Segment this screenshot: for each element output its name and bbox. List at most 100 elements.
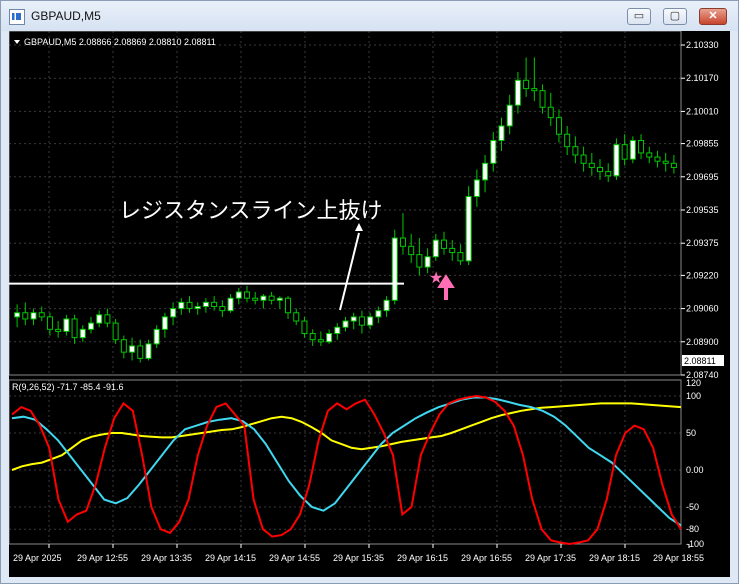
indicator-label: 100	[686, 391, 701, 401]
candle-body	[129, 345, 136, 353]
candle-body	[260, 295, 267, 301]
candle-body	[342, 320, 349, 328]
candle-body	[580, 154, 587, 164]
candle-body	[514, 79, 521, 106]
time-axis-labels: 29 Apr 2025 29 Apr 12:55 29 Apr 13:35 29 Ap…	[13, 544, 704, 563]
candle-body	[120, 339, 127, 353]
price-label: 2.09535	[686, 205, 719, 215]
indicator-axis-labels: 120100500.00-50-80-100	[686, 378, 704, 549]
candle-body	[375, 310, 382, 318]
time-label: 29 Apr 13:35	[141, 553, 192, 563]
candle-body	[38, 312, 45, 318]
candle-body	[432, 239, 439, 258]
candle-body	[317, 339, 324, 343]
candle-body	[539, 90, 546, 108]
candle-body	[227, 297, 234, 312]
candle-body	[112, 322, 119, 341]
candle-body	[662, 160, 669, 164]
price-label: 2.09695	[686, 172, 719, 182]
candle-body	[71, 318, 78, 339]
candle-body	[161, 316, 168, 330]
candle-body	[194, 306, 201, 310]
candle-body	[629, 139, 636, 160]
time-label: 29 Apr 12:55	[77, 553, 128, 563]
price-label: 2.10170	[686, 73, 719, 83]
candle-body	[30, 312, 37, 320]
time-label: 29 Apr 2025	[13, 553, 62, 563]
price-label: 2.09060	[686, 304, 719, 314]
candle-body	[399, 237, 406, 247]
indicator-header: R(9,26,52) -71.7 -85.4 -91.6	[12, 382, 124, 392]
candle-body	[457, 252, 464, 262]
candle-body	[531, 88, 538, 92]
time-label: 29 Apr 14:55	[269, 553, 320, 563]
candle-body	[588, 162, 595, 168]
candle-body	[506, 104, 513, 127]
candle-body	[202, 301, 209, 308]
time-label: 29 Apr 16:15	[397, 553, 448, 563]
candle-body	[22, 312, 29, 320]
chart-area[interactable]: 2.10330 2.10170 2.10010 2.09855 2.09695 2.095…	[8, 30, 730, 577]
chart-window-icon	[9, 9, 25, 25]
minimize-button[interactable]: ▭	[627, 8, 651, 25]
candle-body	[46, 316, 53, 330]
candle-body	[96, 314, 103, 324]
time-label: 29 Apr 15:35	[333, 553, 384, 563]
maximize-button[interactable]: ▢	[663, 8, 687, 25]
candle-body	[416, 254, 423, 268]
candle-body	[572, 146, 579, 156]
candle-body	[309, 332, 316, 341]
candle-body	[326, 332, 333, 343]
candle-body	[170, 308, 177, 318]
candle-body	[334, 326, 341, 334]
price-axis-labels: 2.10330 2.10170 2.10010 2.09855 2.09695 2.095…	[681, 40, 719, 380]
candle-body	[186, 301, 193, 310]
chart-canvas[interactable]: 2.10330 2.10170 2.10010 2.09855 2.09695 2.095…	[8, 30, 730, 577]
price-label: 2.08900	[686, 337, 719, 347]
candle-body	[137, 345, 144, 359]
candle-body	[285, 297, 292, 314]
candle-body	[621, 144, 628, 160]
candle-body	[63, 318, 70, 332]
candle-body	[449, 247, 456, 254]
annotation-arrow-line	[339, 232, 360, 311]
candle-body	[391, 237, 398, 301]
candle-body	[358, 316, 365, 326]
price-label: 2.10010	[686, 106, 719, 116]
candle-body	[465, 196, 472, 262]
candle-body	[646, 152, 653, 158]
price-label: 2.09220	[686, 270, 719, 280]
candle-body	[14, 312, 21, 318]
candle-body	[597, 166, 604, 173]
candle-body	[670, 162, 677, 168]
candle-body	[252, 297, 259, 301]
candle-body	[441, 239, 448, 249]
candle-body	[219, 306, 226, 312]
candle-body	[654, 156, 661, 162]
candle-body	[482, 162, 489, 181]
candle-body	[350, 316, 357, 322]
indicator-label: -50	[686, 502, 699, 512]
candle-body	[153, 328, 160, 345]
title-bar[interactable]: GBPAUD,M5 ▭ ▢ ✕	[1, 1, 738, 31]
candle-body	[178, 301, 185, 310]
price-label: 2.09375	[686, 238, 719, 248]
candle-body	[424, 256, 431, 268]
candle-body	[367, 316, 374, 326]
candle-body	[547, 106, 554, 119]
time-label: 29 Apr 17:35	[525, 553, 576, 563]
close-button[interactable]: ✕	[699, 8, 727, 25]
candle-body	[243, 291, 250, 299]
indicator-label: 0.00	[686, 465, 704, 475]
annotation-arrow-head-icon	[355, 223, 363, 231]
time-label: 29 Apr 14:15	[205, 553, 256, 563]
dropdown-triangle-icon[interactable]	[14, 40, 20, 44]
candle-body	[104, 314, 111, 324]
candle-body	[555, 117, 562, 135]
price-label: 2.10330	[686, 40, 719, 50]
candle-body	[79, 328, 86, 339]
rci-mid-line	[11, 396, 682, 527]
candle-body	[613, 144, 620, 177]
price-header: GBPAUD,M5 2.08866 2.08869 2.08810 2.0881…	[24, 37, 216, 47]
annotation-text: レジスタンスライン上抜け	[119, 198, 383, 223]
